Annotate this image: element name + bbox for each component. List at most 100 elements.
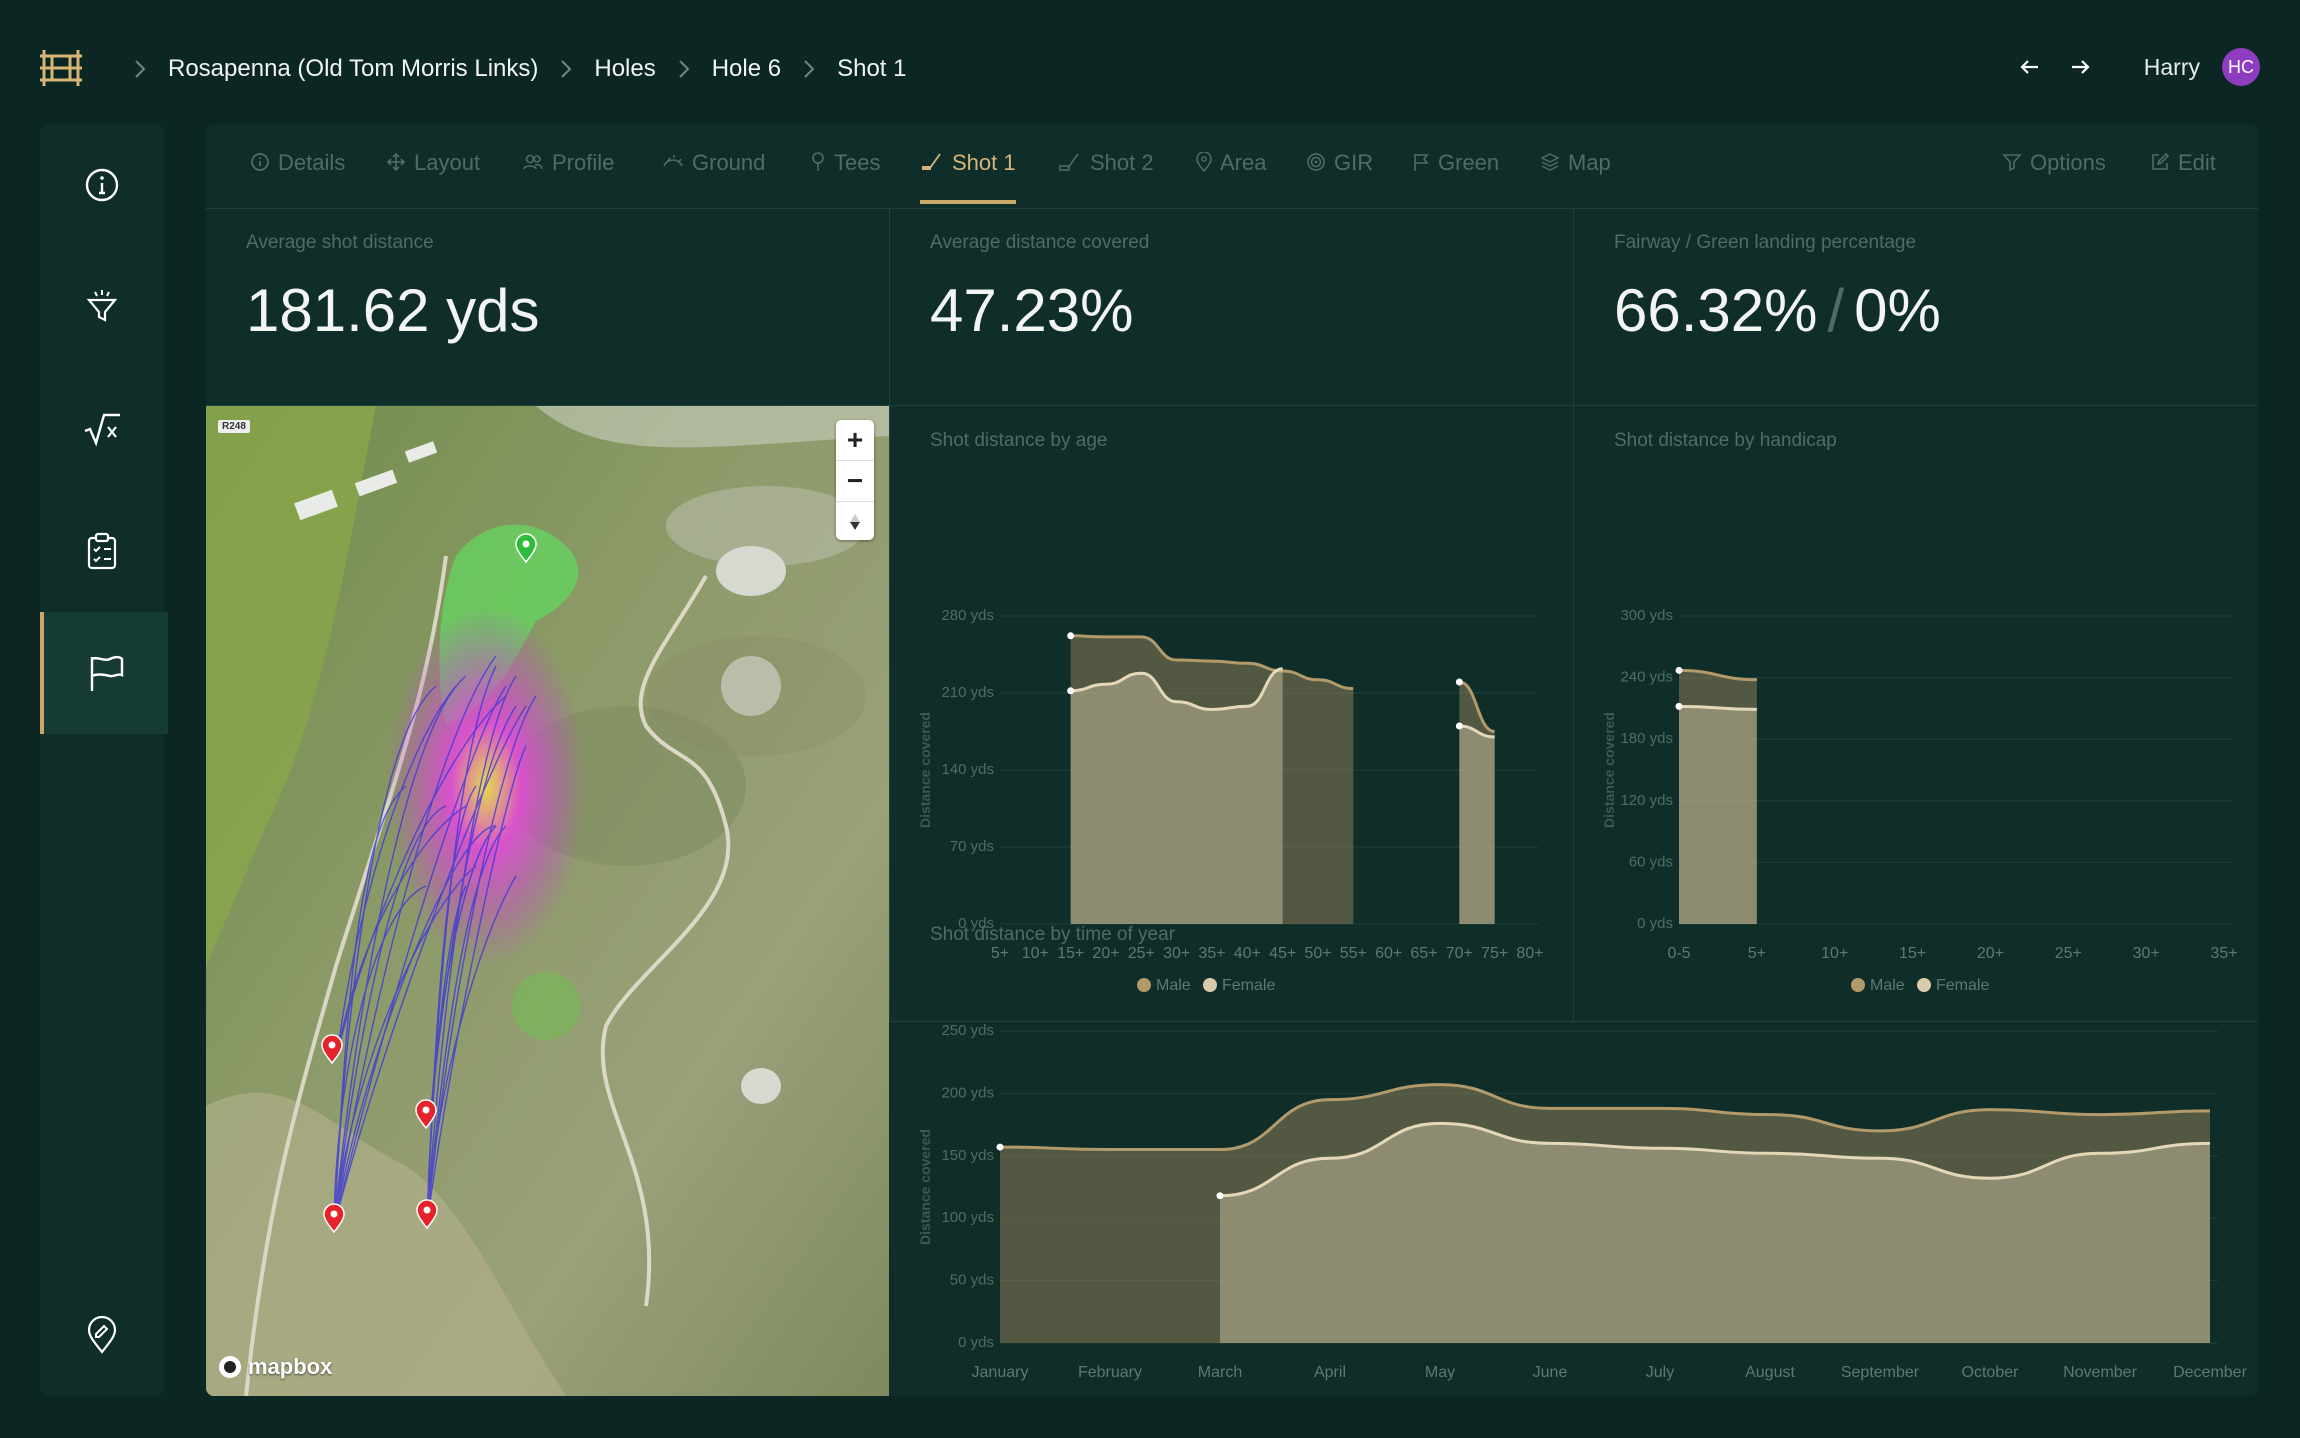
tab-profile[interactable]: Profile <box>522 148 614 208</box>
sidebar-item-location[interactable] <box>40 1274 164 1396</box>
tab-label: Shot 1 <box>952 150 1016 175</box>
tab-area[interactable]: Area <box>1196 148 1266 208</box>
ground-icon <box>663 155 683 167</box>
series-area <box>1459 726 1495 924</box>
kpi-label: Average distance covered <box>930 232 1150 253</box>
zoom-out-button[interactable]: − <box>836 461 874 502</box>
data-point <box>1675 702 1683 710</box>
options-button[interactable]: Options <box>2002 148 2106 208</box>
map-controls: + − <box>836 420 874 540</box>
data-point <box>1675 666 1683 674</box>
map-pin-edit-icon <box>87 1316 117 1354</box>
kpi-avg-distance-covered: Average distance covered 47.23% <box>890 208 1574 406</box>
y-tick-label: 250 yds <box>941 1022 994 1039</box>
breadcrumb-course[interactable]: Rosapenna (Old Tom Morris Links) <box>168 55 538 83</box>
y-tick-label: 70 yds <box>950 838 994 855</box>
tab-label: Layout <box>414 150 481 175</box>
edit-button[interactable]: Edit <box>2150 148 2216 208</box>
top-bar: Rosapenna (Old Tom Morris Links) Holes H… <box>0 0 2300 124</box>
avatar[interactable]: HC <box>2222 48 2260 86</box>
green-percentage: 0% <box>1854 277 1941 344</box>
satellite-map[interactable] <box>206 406 889 1396</box>
mapbox-logo-icon <box>219 1356 241 1378</box>
breadcrumb-holes[interactable]: Holes <box>594 55 655 83</box>
y-tick-label: 150 yds <box>941 1147 994 1164</box>
clipboard-check-icon <box>87 532 117 570</box>
move-icon <box>386 152 406 172</box>
kpi-label: Average shot distance <box>246 232 434 253</box>
y-tick-label: 60 yds <box>1629 853 1673 870</box>
users-icon <box>523 154 543 170</box>
breadcrumb-hole[interactable]: Hole 6 <box>712 55 781 83</box>
zoom-in-button[interactable]: + <box>836 420 874 461</box>
tab-map[interactable]: Map <box>1540 148 1611 208</box>
tab-shot-1[interactable]: Shot 1 <box>920 148 1016 208</box>
chevron-right-icon <box>803 59 815 79</box>
tab-label: Ground <box>692 150 766 175</box>
filter-icon <box>2002 154 2022 172</box>
breadcrumb-shot: Shot 1 <box>837 55 907 82</box>
square-root-icon <box>84 413 120 447</box>
tab-ground[interactable]: Ground <box>662 148 765 208</box>
tab-green[interactable]: Green <box>1412 148 1499 208</box>
x-tick-label: August <box>1745 1364 1795 1381</box>
tab-shot-2[interactable]: Shot 2 <box>1058 148 1154 208</box>
y-axis-label: Distance covered <box>917 712 933 828</box>
chart-handicap[interactable]: 0 yds60 yds120 yds180 yds240 yds300 yds0… <box>1574 464 2258 1004</box>
chevron-right-icon <box>678 59 690 79</box>
tab-tees[interactable]: Tees <box>810 148 880 208</box>
layers-icon <box>1540 153 1560 171</box>
sidebar-item-holes[interactable] <box>40 612 168 734</box>
sidebar-item-formula[interactable] <box>40 368 164 490</box>
tab-layout[interactable]: Layout <box>386 148 480 208</box>
sidebar-item-checklist[interactable] <box>40 490 164 612</box>
user-area: Harry HC <box>2016 48 2260 86</box>
tab-gir[interactable]: GIR <box>1306 148 1373 208</box>
y-tick-label: 280 yds <box>941 607 994 624</box>
data-point <box>1216 1192 1224 1200</box>
y-tick-label: 180 yds <box>1620 730 1673 747</box>
kpi-label: Fairway / Green landing percentage <box>1614 232 1917 253</box>
kpi-landing-percentage: Fairway / Green landing percentage 66.32… <box>1574 208 2258 406</box>
chart-age[interactable]: 0 yds70 yds140 yds210 yds280 yds5+ 10+ 15+… <box>890 464 1574 1004</box>
hole-map[interactable]: R248 + − mapbox <box>206 406 889 1396</box>
chart-time[interactable]: 0 yds 50 yds 100 yds 150 yds 200 yds 250 yds J… <box>890 958 2258 1388</box>
y-axis-label: Distance covered <box>917 1129 933 1245</box>
kpi-value: 181.62 yds <box>246 277 540 344</box>
x-tick-label: December <box>2173 1364 2247 1381</box>
logo-icon <box>40 50 82 86</box>
user-name[interactable]: Harry <box>2144 54 2200 81</box>
y-tick-label: 100 yds <box>941 1209 994 1226</box>
y-tick-label: 0 yds <box>1637 915 1673 932</box>
x-tick-label: July <box>1646 1364 1674 1381</box>
options-label: Options <box>2030 150 2106 175</box>
x-tick-label: January <box>972 1364 1029 1381</box>
x-tick-label: March <box>1198 1364 1242 1381</box>
value-separator: / <box>1827 277 1845 344</box>
data-point <box>1067 632 1075 640</box>
y-tick-label: 200 yds <box>941 1084 994 1101</box>
mapbox-attribution[interactable]: mapbox <box>218 1354 332 1380</box>
tab-details[interactable]: Details <box>250 148 345 208</box>
back-arrow-icon[interactable] <box>2016 53 2044 81</box>
compass-button[interactable] <box>836 502 874 542</box>
y-tick-label: 140 yds <box>941 761 994 778</box>
data-point <box>1067 687 1075 695</box>
y-tick-label: 0 yds <box>958 1334 994 1351</box>
tab-label: GIR <box>1334 150 1374 175</box>
forward-arrow-icon[interactable] <box>2066 53 2094 81</box>
x-tick-label: November <box>2063 1364 2137 1381</box>
chart-title-time: Shot distance by time of year <box>930 924 1176 945</box>
data-point <box>996 1143 1004 1151</box>
y-tick-label: 300 yds <box>1620 607 1673 624</box>
target-icon <box>1307 153 1325 171</box>
chart-title-age: Shot distance by age <box>930 430 1108 451</box>
x-tick-label: April <box>1314 1364 1346 1381</box>
app-logo[interactable] <box>38 46 84 90</box>
tab-label: Tees <box>834 150 881 175</box>
compass-icon <box>850 514 860 530</box>
sidebar-item-filter[interactable] <box>40 246 164 368</box>
sidebar-item-info[interactable] <box>40 124 164 246</box>
tab-label: Shot 2 <box>1090 150 1154 175</box>
road-badge: R248 <box>218 420 250 433</box>
